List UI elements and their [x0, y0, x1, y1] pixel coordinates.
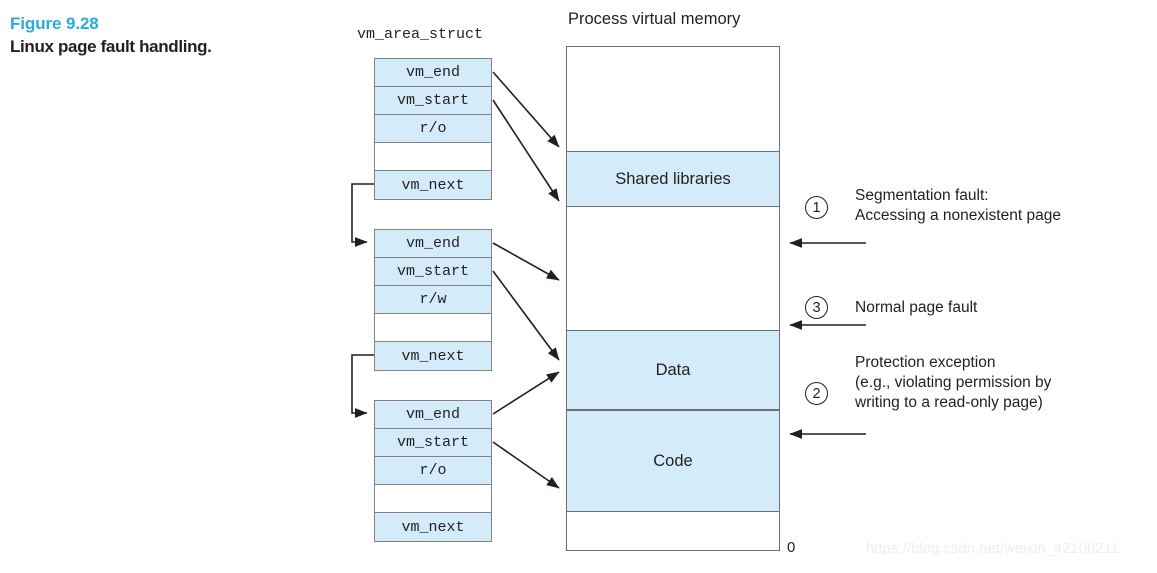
watermark: https://blog.csdn.net/weixin_42100211 [866, 541, 1120, 557]
vm-next-row: vm_next [375, 342, 491, 370]
callout-number-3: 3 [805, 296, 828, 319]
memory-segment-gap [567, 207, 779, 330]
vm-area-struct-block-3: vm_end vm_start r/o vm_next [374, 400, 492, 542]
callout-number-2: 2 [805, 382, 828, 405]
base-address-label: 0 [787, 539, 796, 556]
vm-area-struct-block-1: vm_end vm_start r/o vm_next [374, 58, 492, 200]
spacer-row [375, 485, 491, 513]
vm-area-struct-heading: vm_area_struct [357, 26, 484, 43]
vm-end-row: vm_end [375, 59, 491, 87]
vm-next-row: vm_next [375, 513, 491, 541]
callout-number-1: 1 [805, 196, 828, 219]
vm-end-row: vm_end [375, 401, 491, 429]
permission-row: r/o [375, 115, 491, 143]
arrow-vmend-to-code-top [492, 371, 560, 415]
memory-segment-data: Data [567, 330, 779, 410]
process-virtual-memory-column: Shared libraries Data Code [566, 46, 780, 551]
permission-row: r/w [375, 286, 491, 314]
callout-text-1: Segmentation fault: Accessing a nonexist… [855, 187, 1061, 224]
vm-start-row: vm_start [375, 429, 491, 457]
callout-text-2: Protection exception (e.g., violating pe… [855, 354, 1052, 411]
vm-start-row: vm_start [375, 87, 491, 115]
memory-segment-code: Code [567, 410, 779, 512]
arrow-vmend-to-sharedlib-top [492, 71, 560, 148]
figure-number: Figure 9.28 [10, 14, 99, 33]
callout-text-3: Normal page fault [855, 299, 978, 316]
vm-next-row: vm_next [375, 171, 491, 199]
arrow-vmstart-to-data-bottom [492, 270, 560, 361]
memory-segment-empty-bottom [567, 512, 779, 550]
arrow-vmend-to-data-top [492, 242, 560, 281]
connector-block2-to-block3 [351, 354, 374, 418]
figure-title: Linux page fault handling. [10, 37, 212, 56]
connector-block1-to-block2 [351, 183, 374, 247]
spacer-row [375, 314, 491, 342]
permission-row: r/o [375, 457, 491, 485]
process-virtual-memory-heading: Process virtual memory [568, 10, 741, 28]
spacer-row [375, 143, 491, 171]
vm-area-struct-block-2: vm_end vm_start r/w vm_next [374, 229, 492, 371]
vm-end-row: vm_end [375, 230, 491, 258]
memory-segment-empty-top [567, 47, 779, 151]
arrow-vmstart-to-sharedlib-bottom [492, 99, 560, 202]
vm-start-row: vm_start [375, 258, 491, 286]
figure-caption: Figure 9.28 Linux page fault handling. [10, 12, 320, 58]
figure-canvas: Figure 9.28 Linux page fault handling. v… [0, 0, 1157, 573]
memory-segment-shared-libraries: Shared libraries [567, 151, 779, 207]
arrow-vmstart-to-code-bottom [492, 441, 560, 489]
